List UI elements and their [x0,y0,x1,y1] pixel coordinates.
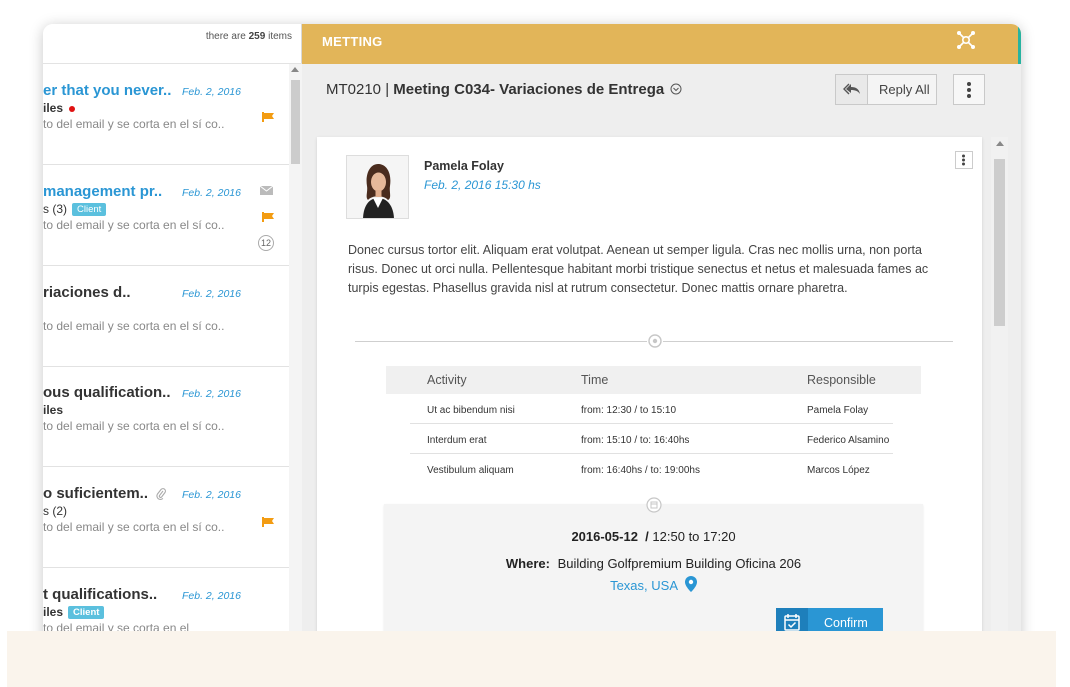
table-row: Interdum erat from: 15:10 / to: 16:40hs … [386,424,921,454]
col-responsible: Responsible [807,373,876,387]
list-item[interactable]: er that you never.. Feb. 2, 2016 iles to… [43,64,289,165]
list-item-from: iles [43,101,76,115]
list-item[interactable]: ous qualification.. Feb. 2, 2016 iles to… [43,366,289,467]
list-item-date: Feb. 2, 2016 [182,590,241,602]
app-window: there are 259 items er that you never.. … [43,24,1021,664]
cell-responsible: Marcos López [807,465,870,476]
event-datetime: 2016-05-12 / 12:50 to 17:20 [571,529,736,544]
calendar-icon [646,497,662,513]
event-date: 2016-05-12 [571,529,638,544]
detail-scrollbar[interactable] [991,137,1008,664]
message-body: Donec cursus tortor elit. Aliquam erat v… [348,243,929,295]
scroll-thumb[interactable] [291,80,300,164]
network-icon[interactable] [956,30,976,50]
paperclip-icon [156,488,166,501]
cell-activity: Vestibulum aliquam [427,465,514,476]
cell-responsible: Pamela Folay [807,405,869,416]
list-item[interactable]: management pr.. Feb. 2, 2016 s (3) Client… [43,165,289,266]
list-item-preview: to del email y se corta en el sí co.. [43,419,225,433]
message-detail-pane: METTING MT0210 | Meeting C034- Variacion… [302,24,1021,664]
cell-activity: Ut ac bibendum nisi [427,405,515,416]
list-item-date: Feb. 2, 2016 [182,187,241,199]
list-item-from: iles Client [43,605,105,619]
confirm-label: Confirm [824,616,868,630]
chevron-down-icon[interactable] [670,83,682,95]
list-item[interactable]: o suficientem.. Feb. 2, 2016 s (2) to de… [43,467,289,568]
message-list-pane: there are 259 items er that you never.. … [43,24,302,664]
table-row: Ut ac bibendum nisi from: 12:30 / to 15:… [386,394,921,424]
col-activity: Activity [427,373,467,387]
cell-time: from: 16:40hs / to: 19:00hs [581,465,700,476]
cell-activity: Interdum erat [427,435,487,446]
cell-time: from: 15:10 / to: 16:40hs [581,435,690,446]
scroll-up-arrow-icon[interactable] [996,141,1004,146]
more-vert-icon [962,154,966,167]
client-tag: Client [72,203,107,216]
count-badge: 12 [258,235,274,251]
client-tag: Client [68,606,105,619]
avatar [346,155,409,219]
message-card: Pamela Folay Feb. 2, 2016 15:30 hs Donec… [317,137,982,664]
list-item-subject: ous qualification.. [43,384,171,401]
list-item-date: Feb. 2, 2016 [182,288,241,300]
list-item-date: Feb. 2, 2016 [182,86,241,98]
scroll-up-arrow-icon[interactable] [291,67,299,72]
list-item[interactable]: riaciones d.. Feb. 2, 2016 to del email … [43,266,289,367]
reply-all-icon [836,75,868,104]
meeting-subject: Meeting C034- Variaciones de Entrega [393,81,665,98]
list-item-date: Feb. 2, 2016 [182,388,241,400]
col-time: Time [581,373,609,387]
more-vert-icon [967,80,971,100]
list-item-from: s (3) Client [43,202,107,216]
event-location-link[interactable]: Texas, USA [384,576,923,593]
flag-icon[interactable] [262,212,274,222]
section-title: METTING [322,34,383,49]
list-item-preview: to del email y se corta en el sí co.. [43,117,225,131]
item-count: there are 259 items [43,24,302,64]
message-options-button[interactable] [955,151,973,169]
section-header-bar: METTING [302,24,1021,64]
where-label: Where: [505,556,550,571]
unread-dot [69,105,76,112]
list-item-from: s (2) [43,504,67,518]
sender-name: Pamela Folay [424,159,504,173]
reply-all-label: Reply All [879,82,930,97]
envelope-icon[interactable] [260,186,273,195]
list-item-from: iles [43,403,64,417]
event-where: Where: Building Golfpremium Building Ofi… [384,556,923,571]
list-item-subject: er that you never.. [43,82,172,99]
flag-icon[interactable] [262,517,274,527]
list-item-preview: to del email y se corta en el sí co.. [43,218,225,232]
sent-date: Feb. 2, 2016 15:30 hs [424,178,541,192]
scroll-thumb[interactable] [994,159,1005,326]
list-item-subject: t qualifications.. [43,586,158,603]
list-item-preview: to del email y se corta en el sí co.. [43,520,225,534]
map-pin-icon[interactable] [684,576,697,592]
cell-time: from: 12:30 / to 15:10 [581,405,677,416]
list-scrollbar[interactable] [289,64,302,664]
table-row: Vestibulum aliquam from: 16:40hs / to: 1… [386,454,921,484]
meeting-title: MT0210 | Meeting C034- Variaciones de En… [326,81,682,98]
reply-all-button[interactable]: Reply All [835,74,937,105]
list-item-subject: o suficientem.. [43,485,166,502]
title-separator: | [385,81,390,98]
meeting-code: MT0210 [326,81,382,98]
clock-icon [647,333,663,349]
where-value: Building Golfpremium Building Oficina 20… [557,556,802,571]
cell-responsible: Federico Alsamino [807,435,890,446]
more-options-button[interactable] [953,74,985,105]
list-item-preview: to del email y se corta en el sí co.. [43,319,225,333]
flag-icon[interactable] [262,112,274,122]
bottom-backdrop [7,631,1056,687]
list-item-date: Feb. 2, 2016 [182,489,241,501]
agenda-table: Activity Time Responsible Ut ac bibendum… [386,366,921,484]
list-item-subject: riaciones d.. [43,284,131,301]
event-time: 12:50 to 17:20 [652,529,736,544]
list-item-subject: management pr.. [43,183,163,200]
agenda-header: Activity Time Responsible [386,366,921,394]
